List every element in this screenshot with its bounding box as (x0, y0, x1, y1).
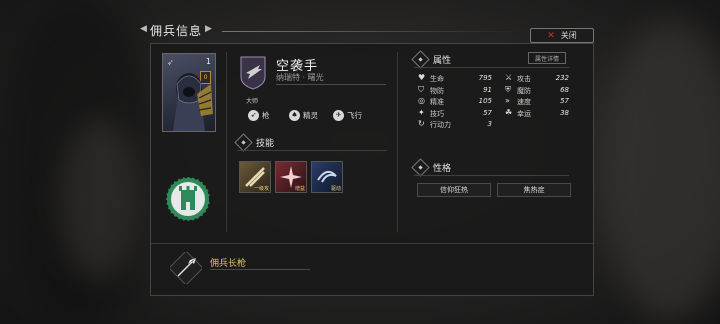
skill-label: 一级攻 (253, 186, 269, 192)
stat-label: 生命 (430, 75, 444, 83)
skill-label: 增益 (294, 186, 305, 192)
spear-weapon-icon[interactable] (170, 252, 202, 284)
stat-label: 物防 (430, 86, 444, 95)
stat-row: » 速度 57 (505, 96, 595, 106)
stat-row: ◎ 精准 105 (418, 96, 508, 106)
stat-row: ⛨ 魔防 68 (505, 85, 595, 95)
heart-icon: ♥ (418, 73, 426, 82)
skill-label: 驱动 (330, 186, 341, 192)
skills-header: 技能 (234, 133, 275, 152)
elf-tag-icon: ♠ (289, 109, 300, 121)
shield-icon: ⛉ (418, 84, 424, 94)
action-icon: ↻ (418, 119, 425, 128)
traits-title: 性格 (433, 164, 452, 174)
stat-value: 68 (560, 85, 569, 94)
tag-label: 飞行 (347, 110, 362, 120)
background-shape (60, 120, 140, 280)
trait-fever[interactable]: 焦热症 (497, 183, 571, 197)
close-button[interactable]: ✕ 关闭 (530, 28, 594, 43)
right-divider (397, 52, 398, 232)
stat-row: ♥ 生命 795 (418, 73, 508, 83)
speed-icon: » (505, 96, 510, 105)
stat-row: ⚔ 攻击 232 (505, 73, 595, 83)
stat-value: 57 (483, 108, 492, 117)
technique-icon: ✦ (418, 107, 425, 117)
target-icon: ◎ (418, 96, 425, 105)
class-emblem-icon (240, 56, 266, 90)
stat-value: 232 (555, 74, 569, 82)
swords-icon: ⚔ (505, 73, 513, 82)
skill-slot-1[interactable]: 一级攻 (239, 161, 271, 193)
attributes-header: 属性 (411, 50, 452, 69)
unit-subtitle: 纳瑞特 · 曙光 (276, 73, 324, 82)
attribute-details-button[interactable]: 属性详情 (528, 52, 566, 64)
attributes-divider (414, 67, 569, 68)
tower-emblem-icon (165, 176, 211, 222)
attributes-title: 属性 (433, 56, 452, 66)
tag-label: 枪 (262, 110, 270, 120)
tag-spear[interactable]: ➶ 枪 (248, 108, 270, 122)
spear-tag-icon: ➶ (248, 109, 259, 121)
stat-label: 速度 (517, 98, 531, 106)
magic-shield-icon: ⛨ (505, 84, 511, 94)
stat-value: 38 (560, 108, 569, 117)
weapon-name: 佣兵长枪 (210, 259, 247, 269)
skills-title: 技能 (256, 139, 275, 149)
diamond-icon (411, 50, 430, 69)
stat-label: 技巧 (430, 109, 444, 118)
stat-value: 3 (487, 120, 492, 128)
title-left-arrow-icon: ◀ (140, 24, 147, 34)
portrait-figure-icon (173, 73, 213, 131)
stat-label: 行动力 (430, 121, 451, 129)
traits-header: 性格 (411, 158, 452, 177)
diamond-icon (234, 133, 253, 152)
stat-value: 795 (478, 74, 492, 82)
title-underline (222, 31, 522, 32)
stat-label: 攻击 (517, 75, 531, 83)
stat-row: ↻ 行动力 3 (418, 119, 508, 129)
skill-slot-2[interactable]: 增益 (275, 161, 307, 193)
left-divider (226, 52, 227, 232)
stat-label: 幸运 (517, 109, 531, 118)
skills-divider (237, 150, 387, 151)
title-right-arrow-icon: ▶ (205, 24, 212, 34)
stat-label: 魔防 (517, 86, 531, 95)
class-rank: 大师 (246, 98, 259, 105)
diamond-icon (411, 158, 430, 177)
tag-flying[interactable]: ✈ 飞行 (333, 108, 362, 122)
close-icon: ✕ (547, 30, 555, 41)
stat-row: ☘ 幸运 38 (505, 108, 595, 118)
name-underline (276, 84, 386, 85)
stat-row: ⛉ 物防 91 (418, 85, 508, 95)
tag-elf[interactable]: ♠ 精灵 (289, 108, 318, 122)
weapon-underline (210, 269, 310, 270)
stat-value: 57 (560, 97, 569, 105)
tag-label: 精灵 (303, 110, 318, 120)
flying-tag-icon: ✈ (333, 109, 344, 121)
unit-portrait-card[interactable]: ➶ 1 0 (162, 53, 216, 132)
luck-icon: ☘ (505, 107, 513, 117)
stat-row: ✦ 技巧 57 (418, 108, 508, 118)
stat-value: 91 (483, 85, 492, 94)
traits-divider (414, 175, 569, 176)
stat-value: 105 (478, 97, 492, 105)
close-label: 关闭 (560, 31, 577, 40)
skill-slot-3[interactable]: 驱动 (311, 161, 343, 193)
panel-title: 佣兵信息 (150, 24, 203, 38)
background-shape (600, 20, 720, 320)
trait-fanatic[interactable]: 信仰狂热 (417, 183, 491, 197)
stat-label: 精准 (430, 98, 444, 106)
